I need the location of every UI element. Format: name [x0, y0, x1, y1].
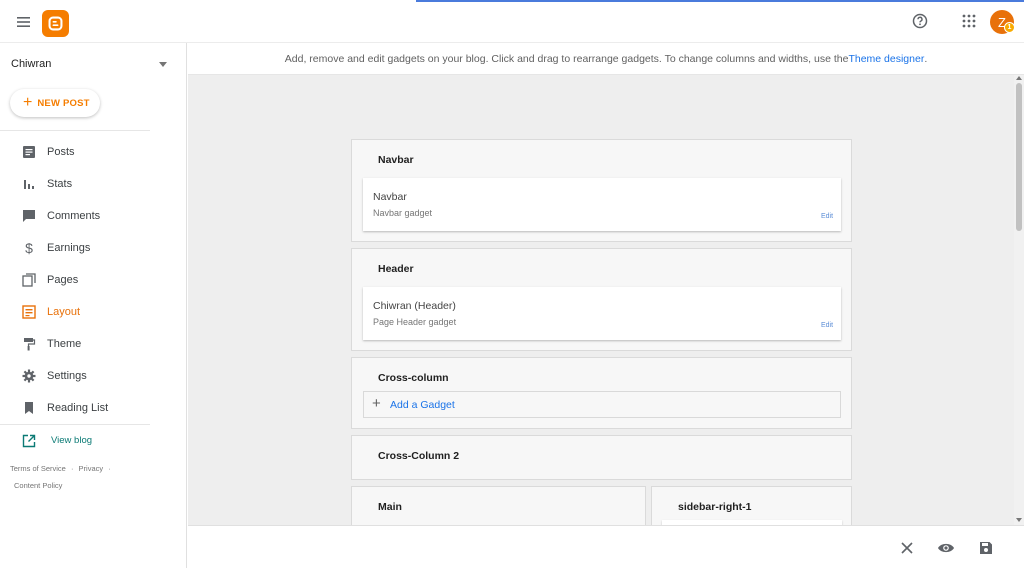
sidebar-item-layout[interactable]: Layout	[0, 297, 187, 327]
new-post-label: NEW POST	[37, 97, 90, 109]
plus-icon: +	[23, 94, 33, 111]
content-policy-link[interactable]: Content Policy	[14, 481, 62, 490]
pages-icon	[21, 272, 37, 288]
section-cross-column: Cross-column + Add a Gadget	[351, 357, 852, 429]
privacy-link[interactable]: Privacy	[79, 464, 104, 473]
gadget-navbar[interactable]: Navbar Navbar gadget Edit	[363, 178, 841, 231]
gadget-name: Chiwran (Header)	[373, 300, 456, 312]
blogger-logo-icon[interactable]	[42, 10, 69, 37]
sidebar-item-label: Earnings	[47, 242, 91, 254]
posts-icon	[21, 144, 37, 160]
edit-gadget-link[interactable]: Edit	[821, 322, 833, 329]
hamburger-menu-icon[interactable]	[14, 12, 34, 32]
sidebar-item-pages[interactable]: Pages	[0, 265, 187, 295]
section-header: Header Chiwran (Header) Page Header gadg…	[351, 248, 852, 351]
sidebar-item-label: Settings	[47, 370, 87, 382]
edit-gadget-link[interactable]: Edit	[821, 213, 833, 220]
stats-icon	[21, 176, 37, 192]
section-title: Cross-Column 2	[378, 450, 460, 462]
separator: ·	[70, 464, 74, 473]
section-cross-column-2: Cross-Column 2	[351, 435, 852, 480]
notification-badge: 1	[1004, 22, 1015, 33]
info-text-end: .	[924, 52, 928, 65]
bottom-action-bar	[188, 525, 1024, 568]
save-button[interactable]	[977, 539, 995, 557]
section-title: Cross-column	[378, 372, 449, 384]
sidebar-divider	[0, 424, 150, 425]
sidebar-item-reading-list[interactable]: Reading List	[0, 393, 187, 423]
sidebar-item-stats[interactable]: Stats	[0, 169, 187, 199]
sidebar-item-settings[interactable]: Settings	[0, 361, 187, 391]
gadget-name: Navbar	[373, 191, 407, 203]
apps-grid-icon[interactable]	[960, 12, 978, 30]
dollar-icon: $	[25, 240, 33, 256]
section-sidebar-right-1: sidebar-right-1	[651, 486, 852, 525]
view-blog-label: View blog	[51, 435, 93, 446]
close-button[interactable]	[898, 539, 916, 557]
layout-info-bar: Add, remove and edit gadgets on your blo…	[188, 43, 1024, 75]
sidebar-item-label: Comments	[47, 210, 101, 222]
blog-name: Chiwran	[11, 58, 52, 70]
scroll-up-arrow-icon[interactable]	[1016, 76, 1022, 80]
sidebar-divider	[0, 130, 150, 131]
sidebar-item-label: Posts	[47, 146, 75, 158]
plus-icon: +	[372, 395, 381, 412]
caret-down-icon	[159, 62, 167, 67]
scroll-down-arrow-icon[interactable]	[1016, 518, 1022, 522]
gadget-type: Navbar gadget	[373, 208, 433, 218]
sidebar-item-label: Stats	[47, 178, 73, 190]
sidebar-item-label: Layout	[47, 306, 81, 318]
add-gadget-label: Add a Gadget	[390, 399, 455, 411]
footer-links: Terms of Service · Privacy · Content Pol…	[10, 460, 160, 494]
gadget-header[interactable]: Chiwran (Header) Page Header gadget Edit	[363, 287, 841, 340]
separator: ·	[108, 464, 111, 473]
open-in-new-icon	[22, 434, 36, 448]
sidebar-item-label: Pages	[47, 274, 79, 286]
add-gadget-button[interactable]: + Add a Gadget	[363, 391, 841, 418]
bookmark-icon	[21, 400, 37, 416]
save-icon	[980, 542, 992, 554]
theme-designer-link[interactable]: Theme designer	[848, 53, 924, 65]
section-title: Navbar	[378, 154, 414, 166]
top-app-bar: Z 1	[0, 0, 1024, 43]
terms-link[interactable]: Terms of Service	[10, 464, 66, 473]
sidebar: Chiwran + NEW POST Posts Stats Comments …	[0, 43, 187, 568]
sidebar-item-theme[interactable]: Theme	[0, 329, 187, 359]
sidebar-item-label: Reading List	[47, 402, 109, 414]
gear-icon	[21, 368, 37, 384]
new-post-button[interactable]: + NEW POST	[10, 89, 100, 117]
scrollbar[interactable]	[1014, 75, 1024, 525]
comments-icon	[21, 208, 37, 224]
sidebar-item-comments[interactable]: Comments	[0, 201, 187, 231]
view-blog-link[interactable]: View blog	[0, 432, 187, 452]
scrollbar-thumb[interactable]	[1016, 83, 1022, 231]
loading-progress-bar	[416, 0, 1024, 2]
section-main: Main	[351, 486, 646, 525]
section-title: sidebar-right-1	[678, 501, 752, 513]
help-icon[interactable]	[910, 11, 930, 31]
section-navbar: Navbar Navbar Navbar gadget Edit	[351, 139, 852, 242]
sidebar-item-earnings[interactable]: $ Earnings	[0, 233, 187, 263]
layout-icon	[21, 304, 37, 320]
section-title: Main	[378, 501, 402, 513]
gadget-type: Page Header gadget	[373, 317, 457, 327]
section-title: Header	[378, 263, 414, 275]
eye-icon	[938, 543, 954, 553]
info-text: Add, remove and edit gadgets on your blo…	[284, 52, 849, 65]
sidebar-item-label: Theme	[47, 338, 82, 350]
preview-button[interactable]	[937, 539, 955, 557]
close-icon	[901, 542, 913, 554]
layout-canvas: Navbar Navbar Navbar gadget Edit Header …	[188, 75, 1014, 525]
blog-selector[interactable]: Chiwran	[11, 58, 171, 78]
sidebar-item-posts[interactable]: Posts	[0, 137, 187, 167]
paint-roller-icon	[21, 336, 37, 352]
